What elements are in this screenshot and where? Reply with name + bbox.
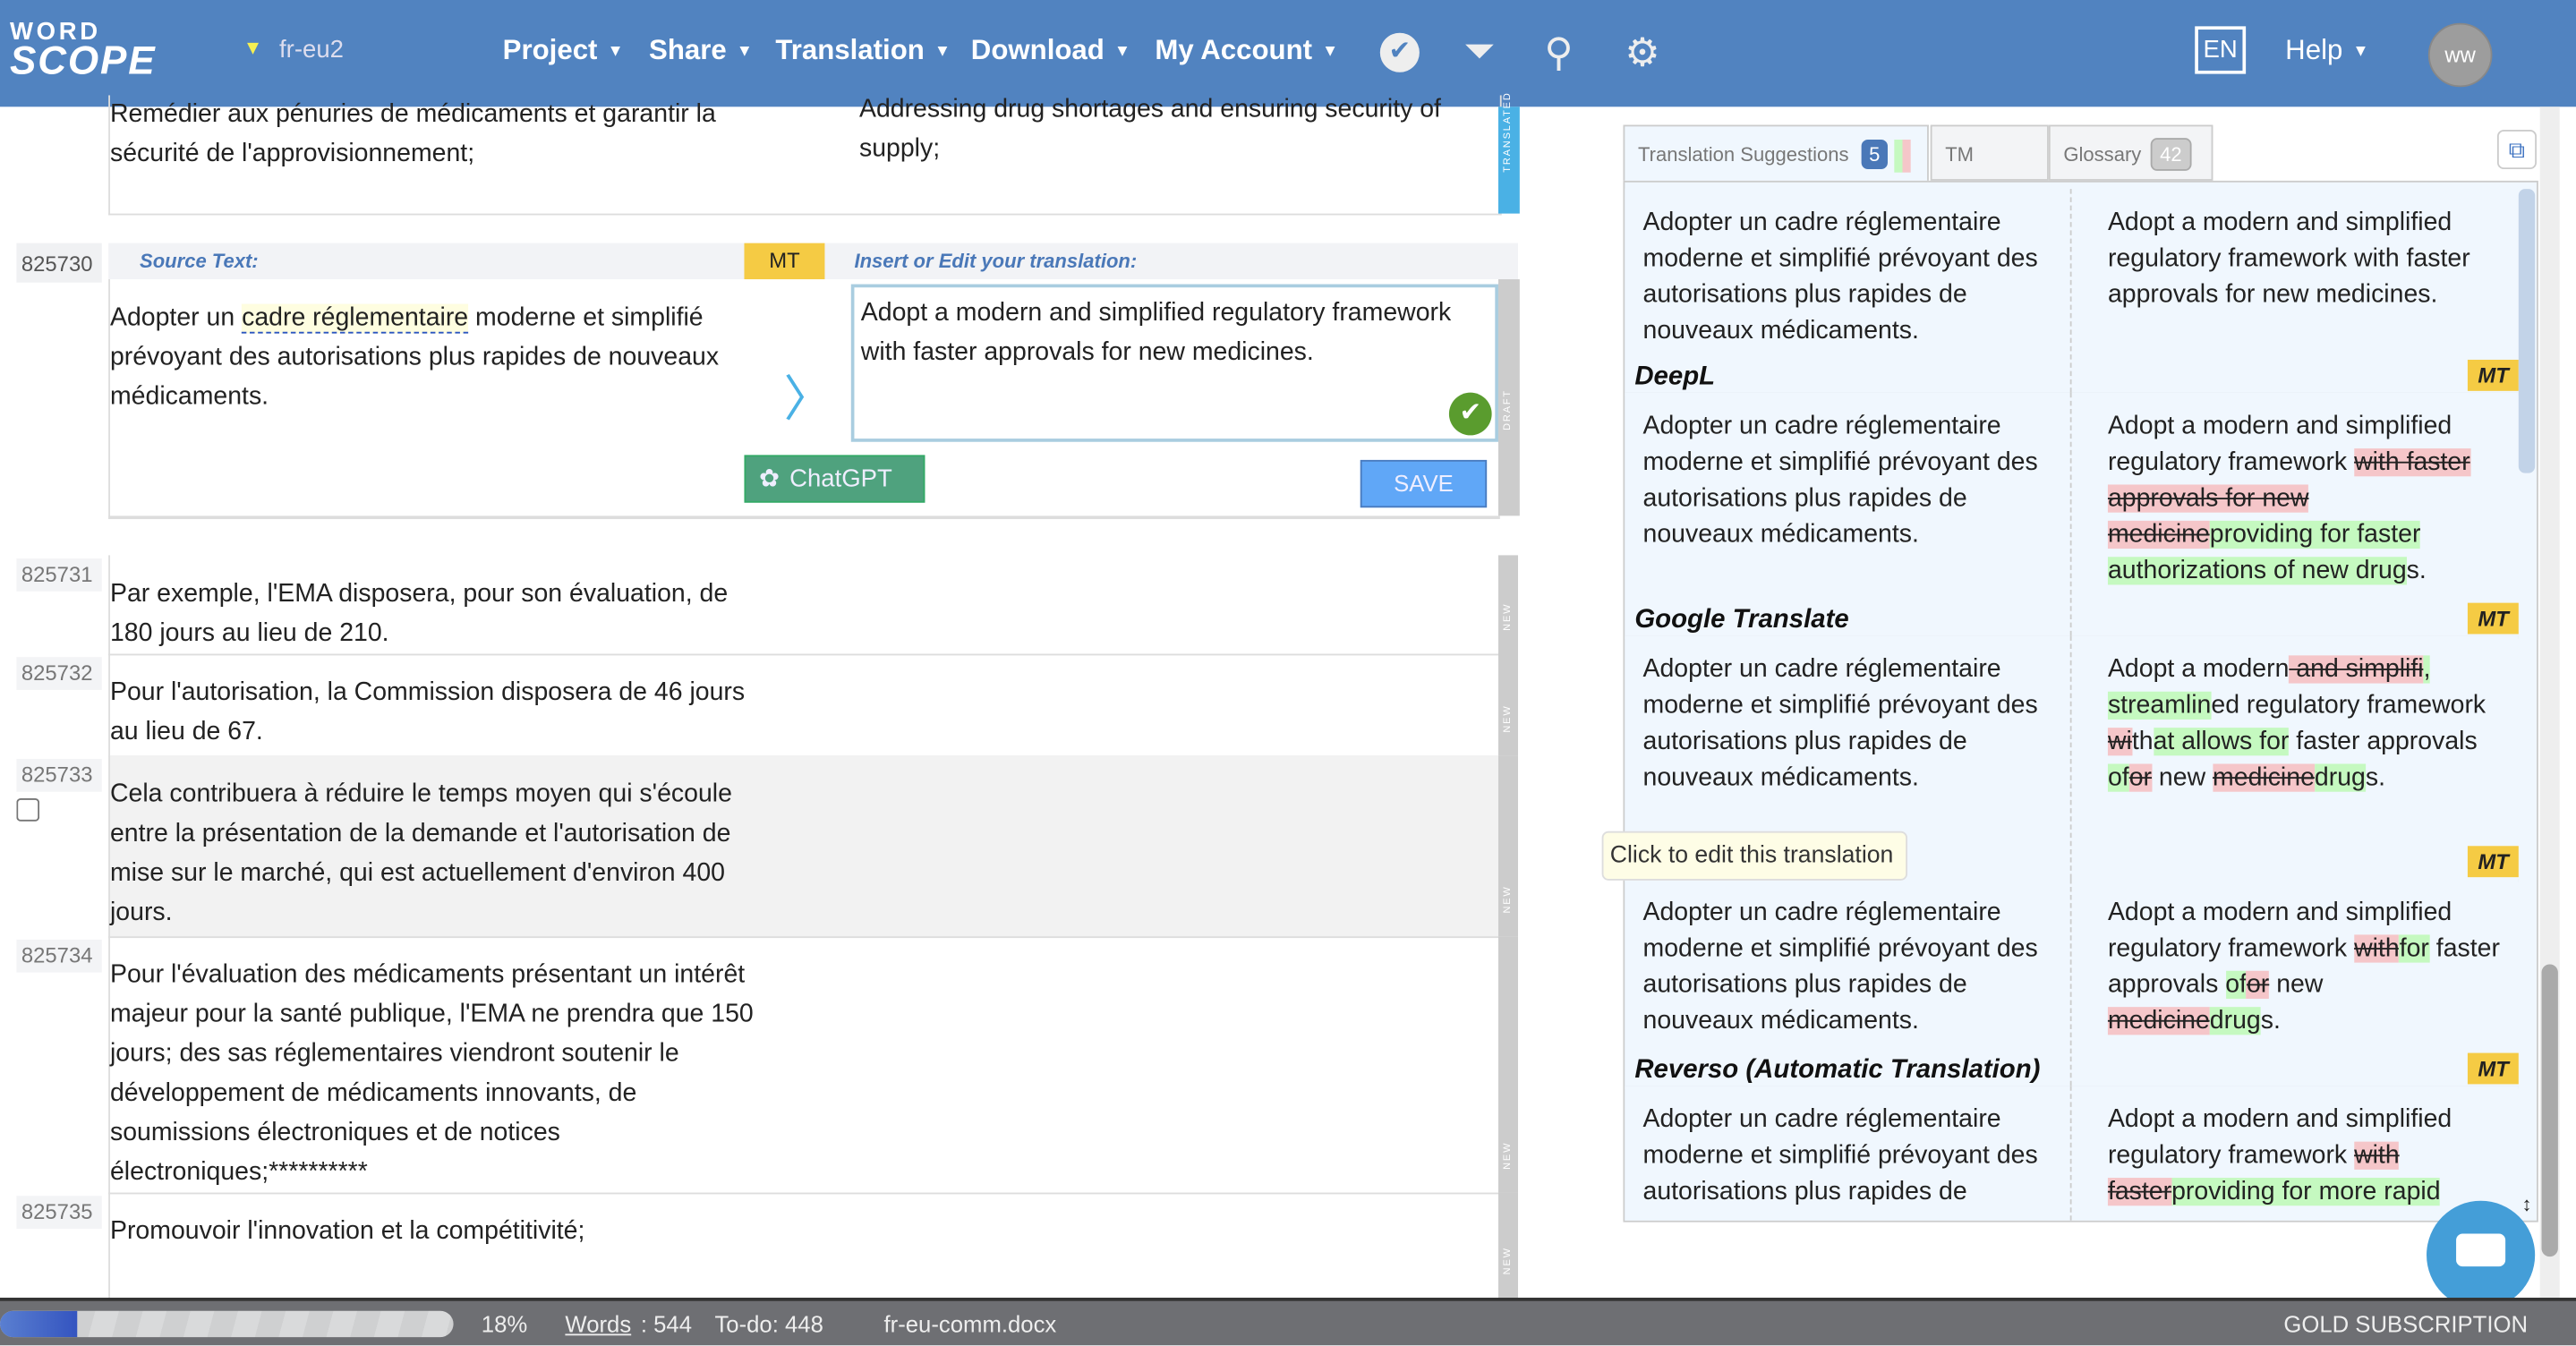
- chat-button[interactable]: [2427, 1200, 2536, 1309]
- suggestion-item[interactable]: Adopter un cadre réglementaire moderne e…: [1625, 392, 2519, 640]
- mt-badge: MT: [2468, 359, 2519, 391]
- engine-name: Google Translate: [1634, 606, 1849, 635]
- confirm-check-icon[interactable]: ✔: [1448, 392, 1492, 436]
- source-label: Source Text:: [140, 249, 259, 273]
- source-text: Pour l'évaluation des médicaments présen…: [109, 960, 754, 1187]
- suggestion-target[interactable]: Adopt a modern and simplifi, streamlined…: [2107, 652, 2503, 797]
- suggestion-source: Adopter un cadre réglementaire moderne e…: [1642, 655, 2038, 792]
- tab-glossary[interactable]: Glossary 42: [2048, 124, 2213, 181]
- segment-prev[interactable]: Remédier aux pénuries de médicaments et …: [108, 95, 1502, 216]
- menu-share[interactable]: Share ▼: [649, 35, 753, 68]
- segment-row[interactable]: Pour l'évaluation des médicaments présen…: [108, 936, 1500, 1195]
- segment-id: 825730: [16, 243, 102, 283]
- status-bar-new: NEW: [1497, 555, 1519, 656]
- suggestion-target[interactable]: Adopt a modern and simplified regulatory…: [2108, 205, 2503, 313]
- engine-name: DeepL: [1634, 362, 1716, 391]
- logo-wordmark: SCOPE: [10, 39, 157, 84]
- status-bar-new: NEW: [1497, 755, 1519, 939]
- suggestion-item[interactable]: Adopter un cadre réglementaire moderne e…: [1625, 878, 2519, 1089]
- words-link[interactable]: Words: [565, 1311, 631, 1337]
- project-caret-icon[interactable]: ▼: [243, 36, 263, 59]
- app: WORD SCOPE ▼ fr-eu2 Project ▼ Share ▼ Tran…: [0, 0, 2576, 1346]
- segment-row[interactable]: Par exemple, l'EMA disposera, pour son é…: [108, 555, 1500, 656]
- segment-row[interactable]: Pour l'autorisation, la Commission dispo…: [108, 653, 1500, 758]
- engine-name: Reverso (Automatic Translation): [1634, 1056, 2041, 1085]
- suggestions-scrollbar[interactable]: [2518, 189, 2536, 473]
- chatgpt-button[interactable]: ✿ ChatGPT: [744, 455, 925, 503]
- progress-percent: 18%: [481, 1310, 528, 1338]
- glossary-term[interactable]: cadre réglementaire: [242, 303, 469, 334]
- segment-id: 825731: [16, 558, 102, 592]
- avatar[interactable]: ww: [2427, 22, 2493, 88]
- save-button[interactable]: SAVE: [1360, 459, 1488, 508]
- language-button[interactable]: EN: [2195, 26, 2247, 74]
- segment-header: Source Text: MT Insert or Edit your tran…: [108, 243, 1519, 280]
- source-text: Cela contribuera à réduire le temps moye…: [109, 779, 732, 927]
- suggestion-source: Adopter un cadre réglementaire moderne e…: [1642, 1105, 2038, 1206]
- page-scrollbar[interactable]: [2539, 106, 2560, 1299]
- gear-icon[interactable]: ⚙: [1625, 30, 1659, 77]
- segment-id: 825735: [16, 1196, 102, 1229]
- subscription-label: GOLD SUBSCRIPTION: [2283, 1310, 2529, 1338]
- popout-icon[interactable]: ⧉: [2496, 130, 2538, 170]
- source-text: Pour l'autorisation, la Commission dispo…: [109, 678, 746, 746]
- mt-badge: MT: [2468, 602, 2519, 635]
- target-text[interactable]: Addressing drug shortages and ensuring s…: [859, 90, 1483, 169]
- progress-bar: [0, 1310, 454, 1338]
- segment-row[interactable]: Promouvoir l'innovation et la compétitiv…: [108, 1192, 1500, 1299]
- source-text: Remédier aux pénuries de médicaments et …: [109, 99, 716, 168]
- word-count: : 544: [640, 1310, 693, 1338]
- status-bar-new: NEW: [1497, 653, 1519, 758]
- target-label: Insert or Edit your translation:: [854, 249, 1138, 273]
- segment-checkbox[interactable]: [16, 798, 40, 822]
- menu-download[interactable]: Download ▼: [971, 35, 1130, 68]
- status-bar-draft: DRAFT: [1497, 279, 1520, 516]
- file-name: fr-eu-comm.docx: [883, 1310, 1057, 1338]
- translation-input[interactable]: Adopt a modern and simplified regulatory…: [850, 284, 1498, 442]
- suggestion-source: Adopter un cadre réglementaire moderne e…: [1642, 412, 2038, 549]
- menu-my-account[interactable]: My Account ▼: [1155, 35, 1338, 68]
- suggestion-target[interactable]: Adopt a modern and simplified regulatory…: [2107, 1103, 2503, 1211]
- segment-id: 825732: [16, 657, 102, 690]
- status-bar-new: NEW: [1497, 1192, 1519, 1299]
- todo-count: To-do: 448: [714, 1310, 823, 1338]
- menu-project[interactable]: Project ▼: [503, 35, 624, 68]
- tab-tm-search[interactable]: TM Search: [1930, 124, 2049, 222]
- chat-bubble-icon: [2456, 1233, 2506, 1267]
- source-text: Adopter un cadre réglementaire moderne e…: [109, 303, 720, 411]
- search-icon[interactable]: ⚲: [1544, 30, 1573, 77]
- suggestion-item[interactable]: Adopter un cadre réglementaire moderne e…: [1625, 1086, 2519, 1221]
- openai-icon: ✿: [759, 464, 780, 493]
- source-text: Par exemple, l'EMA disposera, pour son é…: [109, 579, 729, 648]
- suggestion-target[interactable]: Adopt a modern and simplified regulatory…: [2107, 409, 2503, 590]
- copy-source-arrow-icon[interactable]: 〉: [784, 358, 833, 430]
- mt-badge: MT: [2468, 1052, 2519, 1085]
- suggestion-source: Adopter un cadre réglementaire moderne e…: [1642, 899, 2038, 1035]
- tooltip: Click to edit this translation: [1601, 831, 1908, 881]
- status-footer: 18% Words : 544 To-do: 448 fr-eu-comm.do…: [0, 1298, 2576, 1346]
- mt-badge: MT: [2468, 846, 2519, 878]
- segment-id: 825733: [16, 759, 102, 792]
- menu-help[interactable]: Help ▼: [2285, 35, 2368, 68]
- suggestion-item[interactable]: Adopter un cadre réglementaire moderne e…: [1625, 189, 2519, 396]
- filter-icon[interactable]: ⏷: [1463, 30, 1495, 75]
- menu-translation[interactable]: Translation ▼: [775, 35, 951, 68]
- suggestion-source: Adopter un cadre réglementaire moderne e…: [1642, 209, 2038, 345]
- segment-row[interactable]: Cela contribuera à réduire le temps moye…: [108, 755, 1500, 939]
- check-circle-icon[interactable]: ✔: [1379, 32, 1420, 72]
- segment-id: 825734: [16, 939, 102, 973]
- status-bar-translated: TRANSLATED: [1497, 91, 1520, 214]
- status-bar-new: NEW: [1497, 936, 1519, 1195]
- resize-icon[interactable]: ↕: [2521, 1193, 2531, 1216]
- suggestion-target[interactable]: Adopt a modern and simplified regulatory…: [2107, 895, 2503, 1040]
- active-segment: Adopter un cadre réglementaire moderne e…: [108, 279, 1500, 520]
- source-text: Promouvoir l'innovation et la compétitiv…: [109, 1217, 585, 1246]
- mt-badge: MT: [744, 243, 825, 280]
- tab-translation-suggestions[interactable]: Translation Suggestions 5: [1623, 124, 1929, 181]
- project-code[interactable]: fr-eu2: [279, 36, 344, 64]
